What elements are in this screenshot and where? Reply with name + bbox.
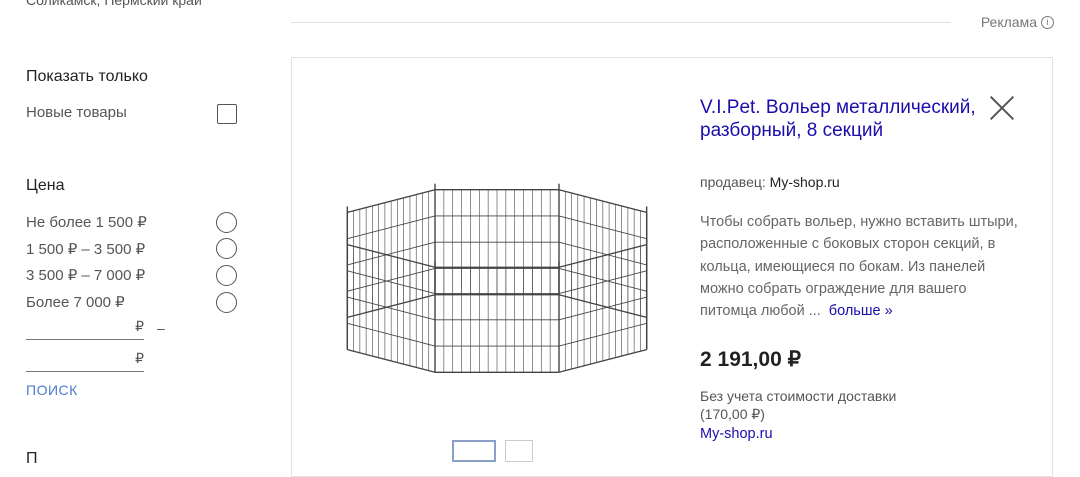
close-icon[interactable] [989, 95, 1015, 121]
more-link[interactable]: больше » [829, 303, 893, 319]
price-option-radio[interactable] [216, 238, 237, 259]
new-items-label: Новые товары [26, 104, 127, 121]
show-only-heading: Показать только [26, 68, 148, 85]
shop-link[interactable]: My-shop.ru [700, 426, 773, 442]
price-option-label: 3 500 ₽ – 7 000 ₽ [26, 267, 146, 284]
price-option-label: Более 7 000 ₽ [26, 294, 125, 311]
divider [291, 22, 951, 23]
product-title-link[interactable]: V.I.Pet. Вольер металлический, разборный… [700, 96, 980, 142]
price-option-radio[interactable] [216, 292, 237, 313]
price-min-input[interactable]: ₽ [26, 318, 144, 340]
price-option-radio[interactable] [216, 265, 237, 286]
price-max-input[interactable]: ₽ [26, 350, 144, 372]
info-icon[interactable]: i [1041, 15, 1054, 29]
price-heading: Цена [26, 177, 65, 194]
product-description: Чтобы собрать вольер, нужно вставить шты… [700, 211, 1020, 322]
ad-label-text: Реклама [980, 14, 1037, 30]
pet-enclosure-image [346, 183, 648, 373]
range-separator: – [157, 320, 165, 336]
image-thumbnail[interactable] [505, 440, 533, 462]
product-image[interactable] [330, 150, 665, 375]
new-items-checkbox[interactable] [217, 104, 237, 124]
next-filter-heading: П [26, 450, 38, 467]
price-option-label: Не более 1 500 ₽ [26, 214, 147, 231]
search-button[interactable]: ПОИСК [26, 382, 78, 398]
delivery-note: Без учета стоимости доставки (170,00 ₽) [700, 388, 897, 422]
seller-name: My-shop.ru [769, 174, 840, 190]
product-price: 2 191,00 ₽ [700, 348, 801, 371]
price-option-radio[interactable] [216, 212, 237, 233]
seller-info: продавец: My-shop.ru [700, 174, 840, 190]
price-option-label: 1 500 ₽ – 3 500 ₽ [26, 241, 146, 258]
ad-label[interactable]: Реклама i [981, 14, 1054, 30]
location-text: Соликамск, Пермский край [26, 0, 202, 8]
image-thumbnail[interactable] [452, 440, 496, 462]
seller-prefix: продавец: [700, 174, 766, 190]
